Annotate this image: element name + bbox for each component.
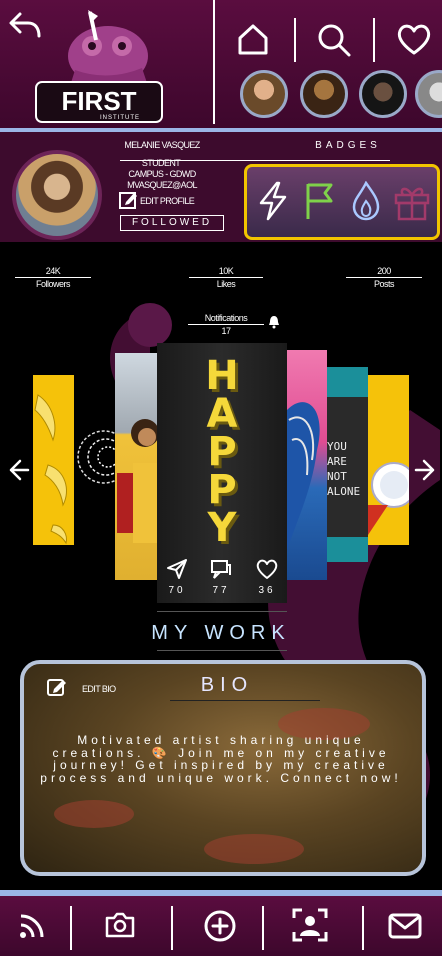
share-action[interactable]: 70 [163,558,191,600]
followers-stat[interactable]: 24K Followers [15,266,91,289]
notifications[interactable]: Notifications 17 [188,313,282,337]
stat-underline [346,277,422,278]
institute-logo[interactable]: FIRST INSTITUTE [30,10,165,126]
happy-letter: P [207,467,237,513]
gallery-card-painted-face[interactable] [287,350,327,580]
comment-count: 77 [212,585,230,596]
nav-divider [171,906,173,950]
flag-icon[interactable] [303,181,337,221]
gallery-next-arrow[interactable] [414,458,436,482]
flame-icon[interactable] [351,181,381,221]
camera-icon[interactable] [104,910,136,940]
profile-name: MELANIE VASQUEZ [124,140,200,150]
happy-letter: A [206,391,238,437]
nav-divider [70,906,72,950]
heart-icon[interactable] [396,22,432,56]
likes-count: 10K [218,266,234,276]
happy-letter: H [205,353,239,399]
mail-icon[interactable] [388,912,422,940]
badges-label: BADGES [315,140,381,151]
comment-action[interactable]: 77 [207,558,235,600]
followers-label: Followers [35,279,71,289]
story-avatar[interactable] [415,70,442,118]
bell-icon [268,315,280,329]
happy-letter: Y [207,505,237,551]
notifications-underline [188,324,264,325]
story-avatar[interactable] [359,70,407,118]
story-avatar[interactable] [300,70,348,118]
search-icon[interactable] [316,22,352,58]
edit-profile-button[interactable]: EDIT PROFILE [118,190,212,210]
my-work-bottom-rule [157,650,287,651]
stat-underline [189,277,263,278]
gallery-card-shell[interactable] [74,395,116,525]
happy-letter: P [207,429,237,475]
lightning-icon[interactable] [257,181,289,221]
bio-title-underline [170,700,320,701]
header-divider [373,18,375,62]
logo-subtext: INSTITUTE [100,115,140,121]
header-divider [294,18,296,62]
edit-bio-label: EDIT BIO [82,684,116,694]
share-count: 70 [168,585,186,596]
nav-divider [362,906,364,950]
feed-icon[interactable] [18,910,48,940]
posts-count: 200 [377,266,391,276]
profile-avatar[interactable] [12,150,102,240]
followers-count: 24K [45,266,61,276]
gallery-card-bananas[interactable] [33,375,74,545]
like-action[interactable]: 36 [253,558,281,600]
notifications-label: Notifications [204,313,248,323]
gift-icon[interactable] [393,181,431,221]
profile-icon[interactable] [292,908,328,942]
notifications-count: 17 [221,326,231,336]
my-work-top-rule [157,611,287,612]
profile-campus: CAMPUS - GDWD [128,169,196,179]
followed-button[interactable]: FOLLOWED [120,215,224,231]
gallery-card-sign[interactable] [368,375,409,545]
edit-icon [46,676,68,698]
add-icon[interactable] [203,909,237,943]
bio-text: Motivated artist sharing unique creation… [40,733,402,785]
stat-underline [15,277,91,278]
logo-text: FIRST [61,86,136,116]
profile-role: STUDENT [141,158,181,168]
edit-icon [118,190,138,210]
story-avatar[interactable] [240,70,288,118]
featured-happy-text: HAPPY [157,353,287,551]
like-icon [256,558,278,580]
share-icon [166,558,188,580]
edit-bio-button[interactable]: EDIT BIO [46,676,126,700]
badges-box [244,164,440,240]
gallery-card-you-are-not-alone[interactable]: YOU ARE NOT ALONE [327,367,368,562]
gallery-prev-arrow[interactable] [8,458,30,482]
header-divider [213,0,215,124]
like-count: 36 [258,585,276,596]
bio-title: BIO [200,674,254,696]
edit-profile-label: EDIT PROFILE [140,196,195,206]
stories-row [240,70,442,122]
featured-post[interactable]: HAPPY 70 77 36 [157,343,287,603]
my-work-title: MY WORK [151,622,291,644]
gallery-card-student[interactable] [115,353,157,580]
comment-icon [210,558,232,580]
nav-divider [262,906,264,950]
home-icon[interactable] [236,22,270,56]
sign-text: YOU ARE NOT ALONE [327,440,361,498]
